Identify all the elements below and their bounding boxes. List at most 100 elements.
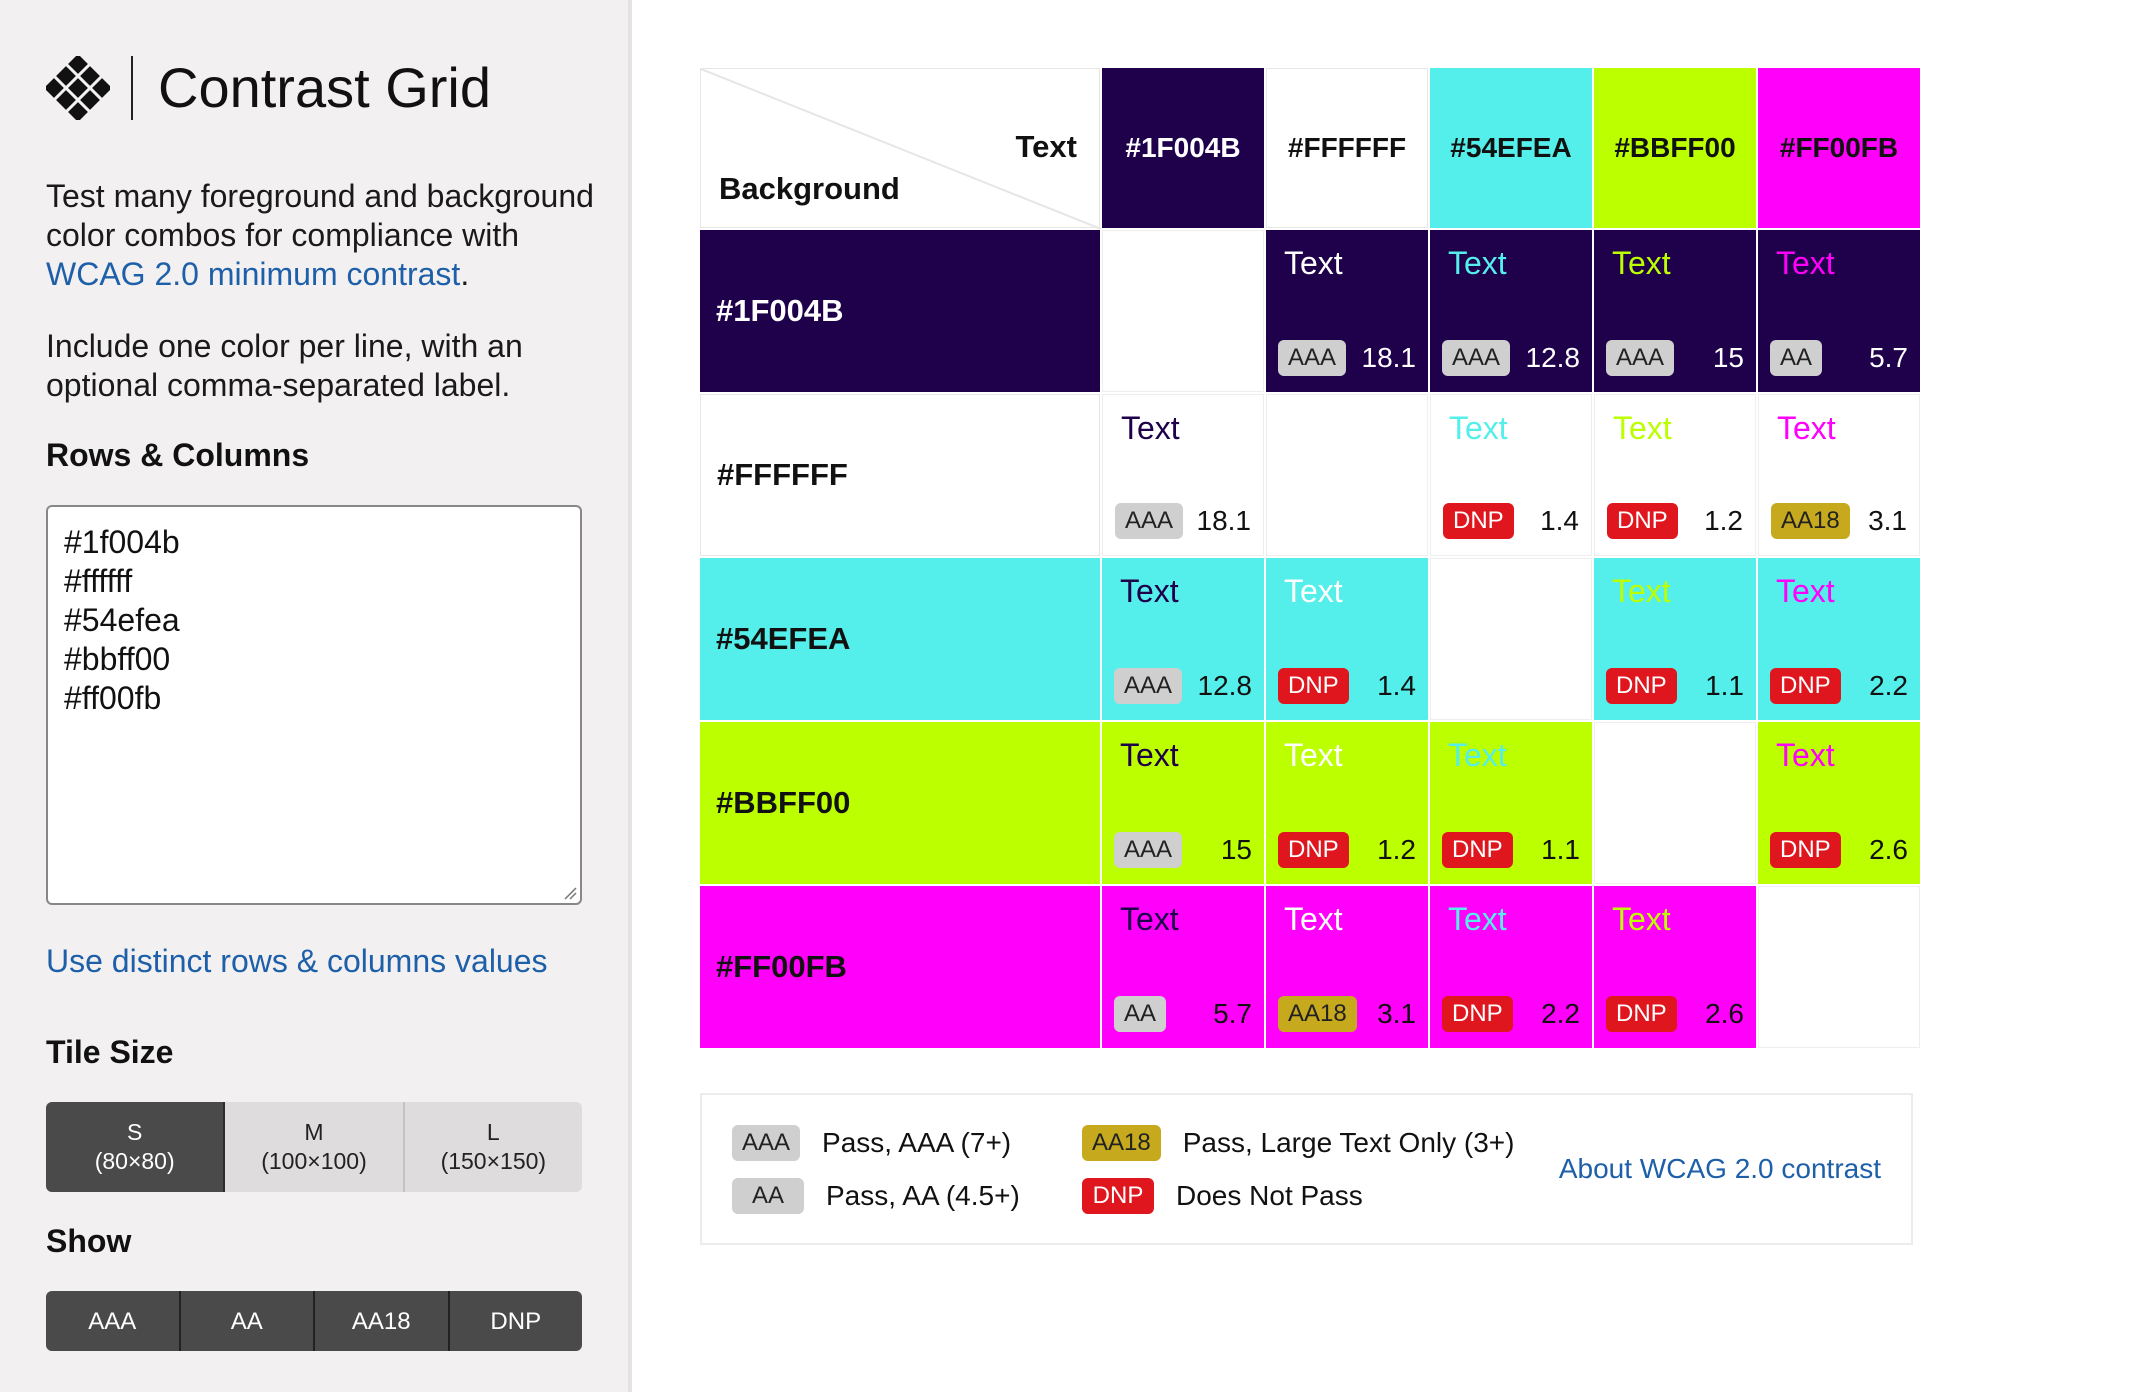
contrast-tile: Text AA18 3.1 — [1266, 886, 1428, 1048]
contrast-tile: Text DNP 1.2 — [1266, 722, 1428, 884]
contrast-tile: Text DNP 2.6 — [1758, 722, 1920, 884]
tile-ratio: 1.1 — [1705, 670, 1744, 701]
tile-result: DNP 2.6 — [1770, 832, 1908, 868]
tile-ratio: 15 — [1712, 342, 1744, 373]
legend-item-dnp: DNP Does Not Pass — [1082, 1178, 1363, 1214]
row-header: #54EFEA — [700, 558, 1100, 720]
contrast-tile: Text DNP 1.4 — [1430, 394, 1592, 556]
tile-result: DNP 2.2 — [1442, 996, 1580, 1032]
contrast-tile: Text DNP 1.4 — [1266, 558, 1428, 720]
tile-badge: AAA — [1442, 340, 1511, 376]
colors-textarea[interactable] — [46, 505, 582, 905]
wcag-minimum-contrast-link[interactable]: WCAG 2.0 minimum contrast — [46, 256, 460, 292]
tile-badge: DNP — [1606, 668, 1677, 704]
tile-size-sub: (100×100) — [261, 1148, 367, 1174]
tile-ratio: 1.2 — [1704, 505, 1743, 536]
tile-badge: DNP — [1606, 996, 1677, 1032]
sidebar: Contrast Grid Test many foreground and b… — [0, 0, 632, 1392]
tile-ratio: 5.7 — [1869, 342, 1908, 373]
tile-ratio: 1.1 — [1541, 834, 1580, 865]
tile-ratio: 12.8 — [1525, 342, 1581, 373]
logo-divider — [131, 56, 133, 120]
contrast-tile: Text AAA 18.1 — [1102, 394, 1264, 556]
input-instructions: Include one color per line, with an opti… — [46, 328, 523, 403]
about-wcag-contrast-link[interactable]: About WCAG 2.0 contrast — [1559, 1153, 1881, 1185]
column-header: #1F004B — [1102, 68, 1264, 228]
contrast-tile: Text DNP 2.6 — [1594, 886, 1756, 1048]
empty-tile — [1758, 886, 1920, 1048]
row-header: #1F004B — [700, 230, 1100, 392]
show-aa-toggle[interactable]: AA — [180, 1291, 315, 1351]
column-header: #FF00FB — [1758, 68, 1920, 228]
tile-size-l-button[interactable]: L (150×150) — [404, 1102, 582, 1192]
tile-sample-text: Text — [1120, 737, 1179, 773]
legend-item-aa: AA Pass, AA (4.5+) — [732, 1178, 1020, 1214]
show-heading: Show — [46, 1223, 132, 1259]
tile-ratio: 5.7 — [1213, 998, 1252, 1029]
contrast-tile: Text DNP 1.1 — [1430, 722, 1592, 884]
empty-tile — [1594, 722, 1756, 884]
empty-tile — [1102, 230, 1264, 392]
contrast-tile: Text DNP 1.1 — [1594, 558, 1756, 720]
tile-size-m-button[interactable]: M (100×100) — [225, 1102, 405, 1192]
tile-size-label: L — [486, 1119, 500, 1145]
tile-result: AAA 18.1 — [1115, 503, 1251, 539]
tile-badge: AAA — [1114, 668, 1183, 704]
tile-badge: DNP — [1607, 503, 1678, 539]
tile-size-label: M — [304, 1119, 324, 1145]
app-description: Test many foreground and background colo… — [46, 177, 606, 294]
tile-badge: AA — [1114, 996, 1167, 1032]
rows-columns-heading: Rows & Columns — [46, 437, 310, 473]
legend: AAA Pass, AAA (7+) AA Pass, AA (4.5+) AA… — [700, 1093, 1913, 1245]
tile-ratio: 3.1 — [1868, 505, 1907, 536]
tile-result: DNP 1.2 — [1278, 832, 1416, 868]
legend-badge: DNP — [1082, 1178, 1154, 1214]
contrast-tile: Text AAA 15 — [1594, 230, 1756, 392]
contrast-tile: Text DNP 2.2 — [1758, 558, 1920, 720]
tile-badge: AAA — [1278, 340, 1347, 376]
tile-result: AAA 15 — [1114, 832, 1252, 868]
contrast-tile: Text AAA 18.1 — [1266, 230, 1428, 392]
tile-badge: DNP — [1442, 996, 1513, 1032]
show-aa18-toggle[interactable]: AA18 — [315, 1291, 450, 1351]
tile-badge: AA — [1770, 340, 1823, 376]
tile-ratio: 1.2 — [1377, 834, 1416, 865]
tile-sample-text: Text — [1448, 737, 1507, 773]
tile-ratio: 2.2 — [1541, 998, 1580, 1029]
tile-badge: DNP — [1442, 832, 1513, 868]
tile-sample-text: Text — [1612, 245, 1671, 281]
contrast-grid-logo-icon — [46, 56, 110, 120]
tile-ratio: 15 — [1220, 834, 1252, 865]
row-header: #BBFF00 — [700, 722, 1100, 884]
tile-size-label: S — [126, 1119, 143, 1145]
tile-result: AAA 15 — [1606, 340, 1744, 376]
contrast-tile: Text AAA 12.8 — [1102, 558, 1264, 720]
tile-sample-text: Text — [1120, 573, 1179, 609]
grid-corner: Text Background — [700, 68, 1101, 229]
tile-result: AA18 3.1 — [1771, 503, 1907, 539]
legend-text: Pass, Large Text Only (3+) — [1182, 1127, 1515, 1158]
column-header: #BBFF00 — [1594, 68, 1756, 228]
tile-result: AA18 3.1 — [1278, 996, 1416, 1032]
tile-sample-text: Text — [1284, 245, 1343, 281]
legend-text: Pass, AA (4.5+) — [826, 1180, 1020, 1211]
tile-size-s-button[interactable]: S (80×80) — [46, 1102, 226, 1192]
tile-ratio: 2.2 — [1869, 670, 1908, 701]
tile-size-heading: Tile Size — [46, 1034, 174, 1070]
tile-badge: DNP — [1443, 503, 1514, 539]
show-dnp-toggle[interactable]: DNP — [449, 1291, 582, 1351]
tile-result: DNP 1.1 — [1606, 668, 1744, 704]
tile-sample-text: Text — [1776, 245, 1835, 281]
description-text: Test many foreground and background colo… — [46, 178, 594, 253]
tile-result: DNP 1.4 — [1278, 668, 1416, 704]
tile-badge: DNP — [1770, 668, 1841, 704]
show-aaa-toggle[interactable]: AAA — [46, 1291, 181, 1351]
tile-result: DNP 2.6 — [1606, 996, 1744, 1032]
tile-ratio: 1.4 — [1540, 505, 1579, 536]
tile-sample-text: Text — [1777, 410, 1836, 446]
resize-grip-icon[interactable] — [563, 886, 577, 900]
distinct-rows-columns-link[interactable]: Use distinct rows & columns values — [46, 943, 548, 980]
tile-badge: AA18 — [1771, 503, 1850, 539]
tile-sample-text: Text — [1120, 901, 1179, 937]
tile-ratio: 2.6 — [1705, 998, 1744, 1029]
